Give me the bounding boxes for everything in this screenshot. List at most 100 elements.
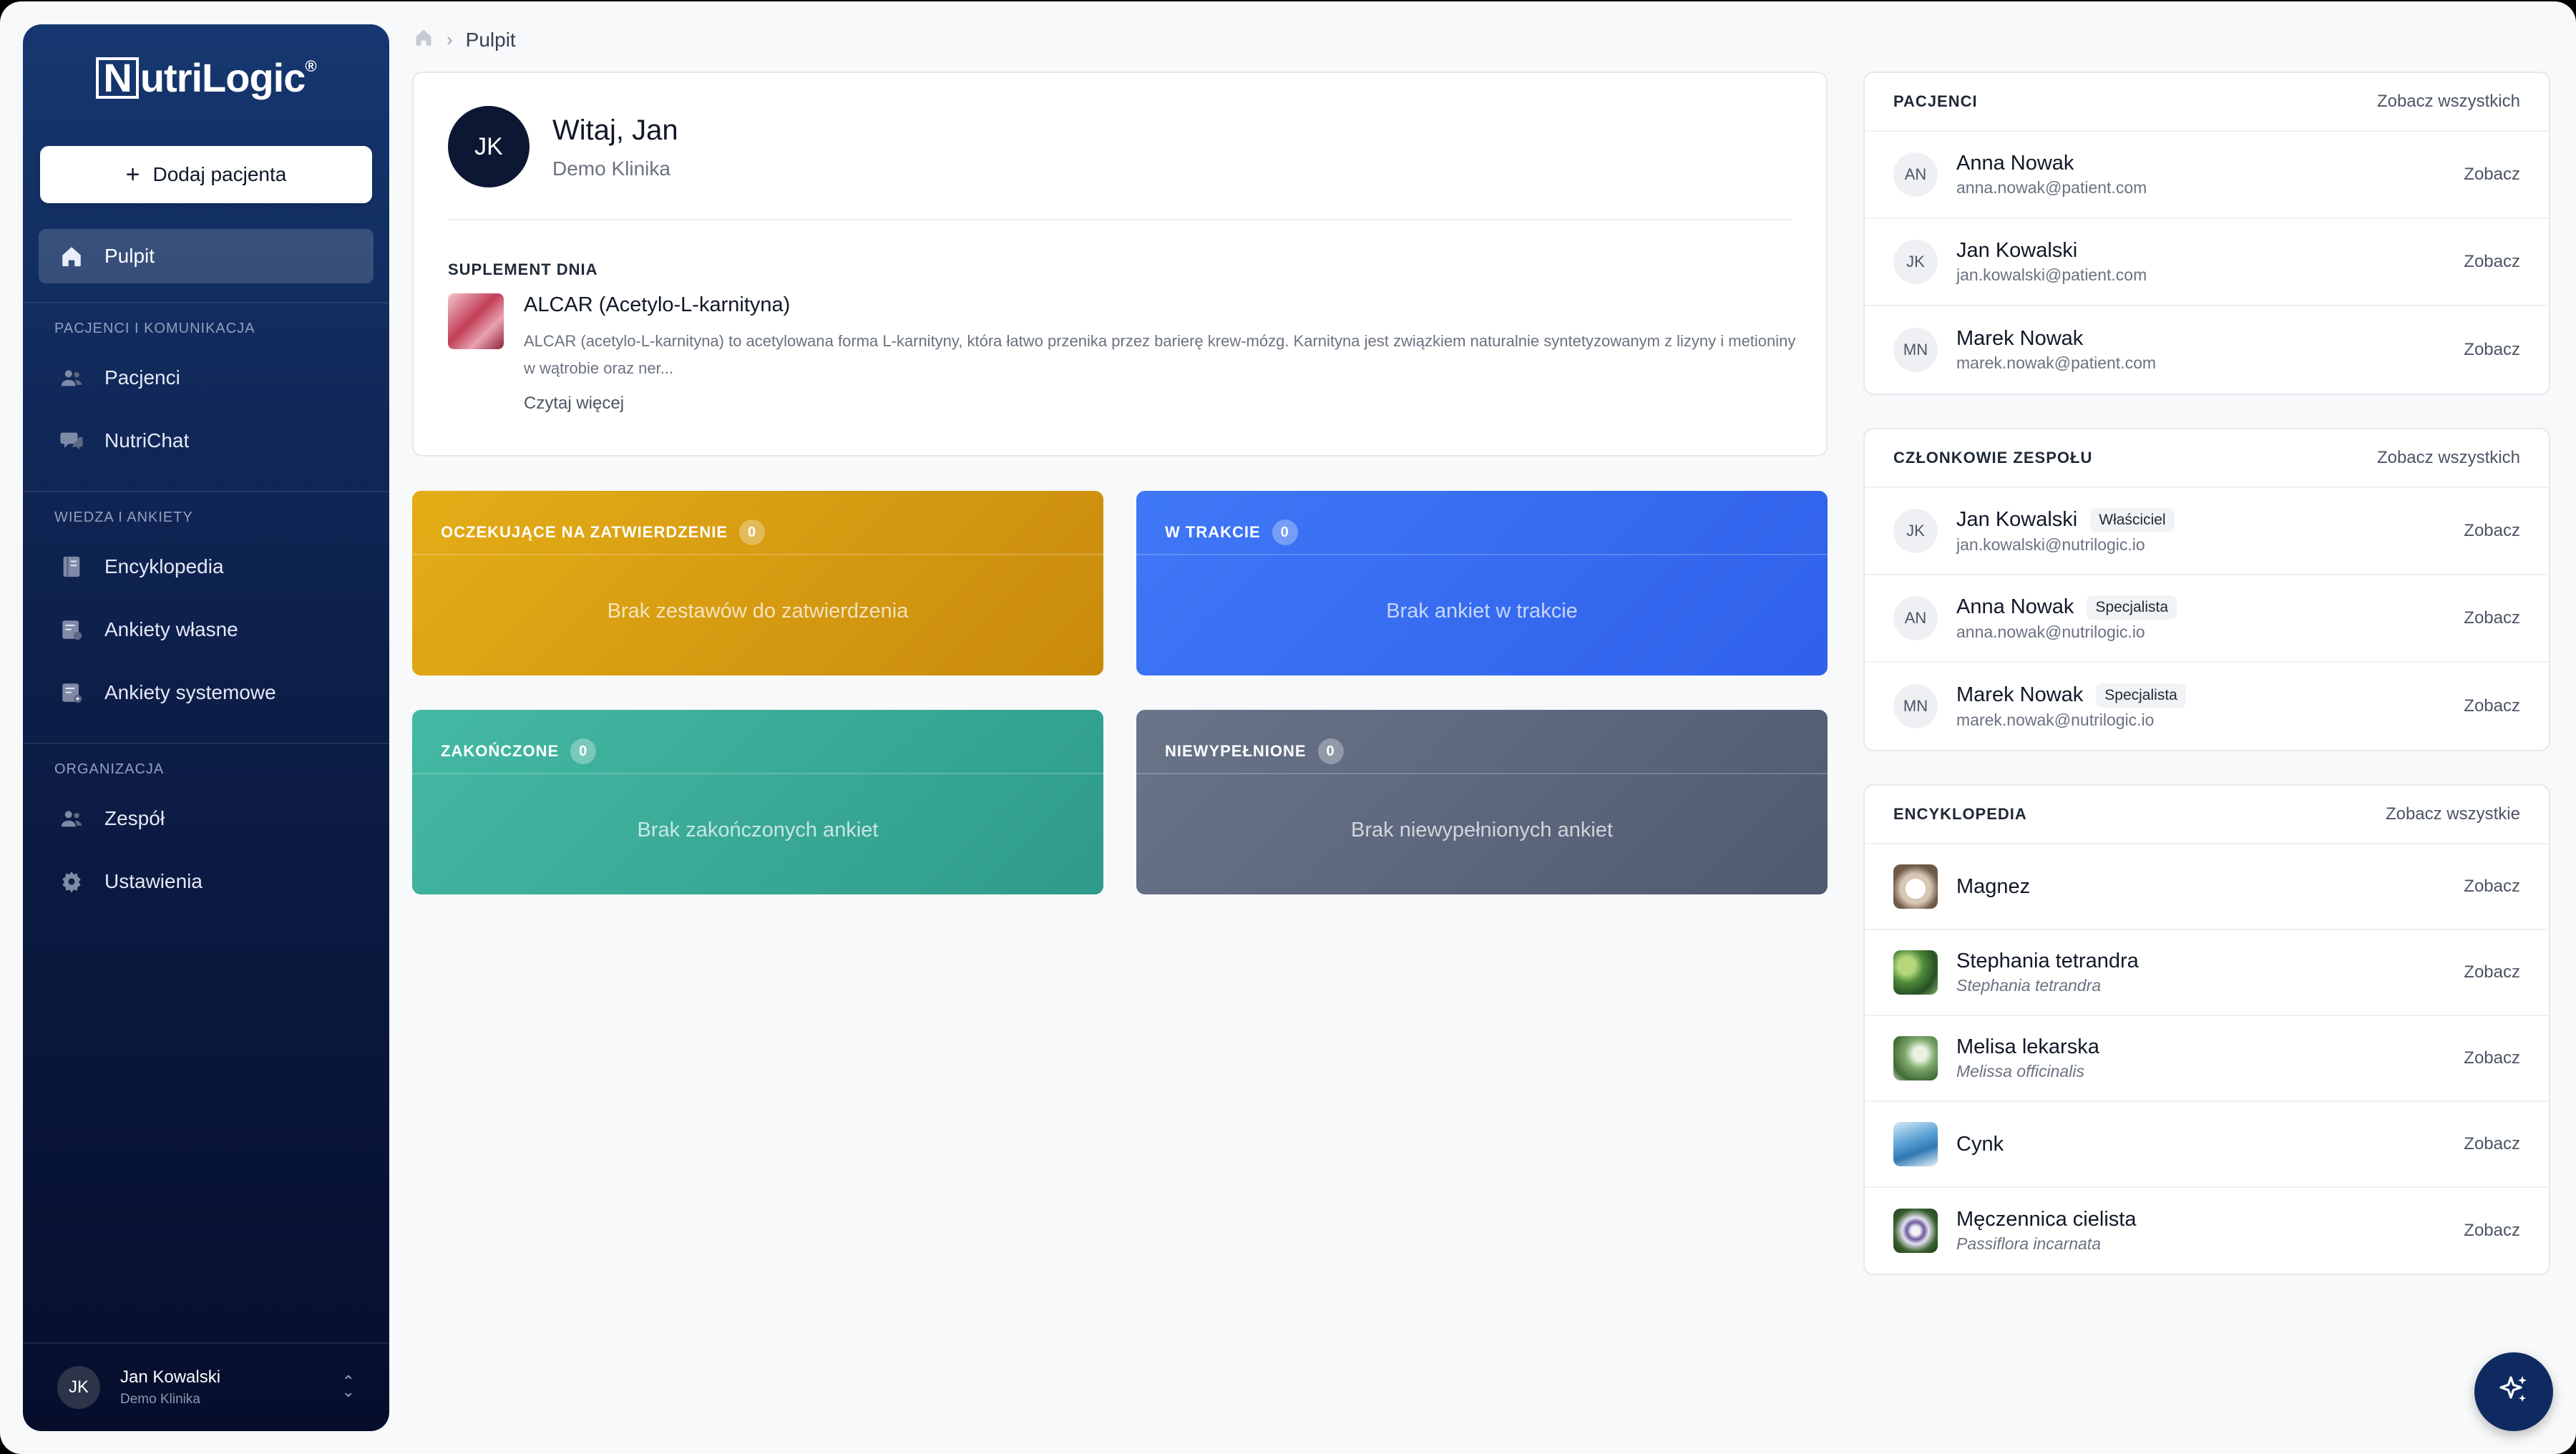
chevron-right-icon: › <box>447 29 453 50</box>
see-all-encyclopedia-link[interactable]: Zobacz wszystkie <box>2386 804 2520 824</box>
sparkles-icon <box>2497 1373 2531 1411</box>
passionflower-thumbnail <box>1893 1209 1938 1253</box>
patient-row[interactable]: AN Anna Nowak anna.nowak@patient.com Zobacz <box>1865 132 2549 219</box>
avatar: JK <box>1893 240 1938 284</box>
team-member-row[interactable]: MN Marek Nowak Specjalista marek.nowak@nutr… <box>1865 663 2549 750</box>
member-name: Marek Nowak <box>1956 683 2084 706</box>
entry-latin-name: Passiflora incarnata <box>1956 1234 2101 1253</box>
view-button[interactable]: Zobacz <box>2464 877 2520 897</box>
view-button[interactable]: Zobacz <box>2464 340 2520 360</box>
patient-row[interactable]: MN Marek Nowak marek.nowak@patient.com Zoba… <box>1865 306 2549 394</box>
zinc-thumbnail <box>1893 1122 1938 1166</box>
user-menu[interactable]: JK Jan Kowalski Demo Klinika ⌃ ⌄ <box>23 1342 389 1431</box>
greeting: Witaj, Jan <box>552 114 678 146</box>
chevron-up-down-icon: ⌃ ⌄ <box>341 1372 355 1400</box>
count-badge: 0 <box>570 738 597 764</box>
panel-title: CZŁONKOWIE ZESPOŁU <box>1893 449 2093 467</box>
divider <box>1136 773 1828 774</box>
sidebar-item-label: Pacjenci <box>104 366 180 389</box>
stat-card-unfilled[interactable]: NIEWYPEŁNIONE 0 Brak niewypełnionych anki… <box>1136 710 1828 894</box>
stat-card-completed[interactable]: ZAKOŃCZONE 0 Brak zakończonych ankiet <box>412 710 1103 894</box>
sidebar-item-label: Ustawienia <box>104 870 203 892</box>
view-button[interactable]: Zobacz <box>2464 1048 2520 1068</box>
view-button[interactable]: Zobacz <box>2464 521 2520 541</box>
sidebar-item-ankiety-wlasne[interactable]: Ankiety własne <box>39 602 374 657</box>
entry-latin-name: Melissa officinalis <box>1956 1062 2084 1080</box>
breadcrumb-current: Pulpit <box>465 28 516 51</box>
team-member-row[interactable]: AN Anna Nowak Specjalista anna.nowak@nutril… <box>1865 575 2549 663</box>
see-all-patients-link[interactable]: Zobacz wszystkich <box>2377 92 2520 112</box>
user-clinic: Demo Klinika <box>120 1392 200 1407</box>
encyclopedia-row[interactable]: Magnez Zobacz <box>1865 844 2549 930</box>
empty-state-text: Brak zestawów do zatwierdzenia <box>607 600 909 623</box>
supplement-title[interactable]: ALCAR (Acetylo-L-karnityna) <box>524 293 790 317</box>
view-button[interactable]: Zobacz <box>2464 252 2520 272</box>
users-icon <box>59 365 84 391</box>
team-member-row[interactable]: JK Jan Kowalski Właściciel jan.kowalski@nut… <box>1865 488 2549 575</box>
entry-name: Męczennica cielista <box>1956 1208 2137 1231</box>
count-badge: 0 <box>739 519 765 545</box>
stat-title: OCZEKUJĄCE NA ZATWIERDZENIE <box>441 523 728 541</box>
sidebar-item-label: Pulpit <box>104 245 155 267</box>
empty-state-text: Brak niewypełnionych ankiet <box>1351 819 1613 841</box>
role-badge: Właściciel <box>2090 507 2175 532</box>
sidebar-item-label: Ankiety własne <box>104 618 238 640</box>
panel-title: PACJENCI <box>1893 92 1978 110</box>
divider <box>412 773 1103 774</box>
view-button[interactable]: Zobacz <box>2464 1134 2520 1154</box>
avatar: MN <box>1893 328 1938 372</box>
plus-icon: + <box>125 161 140 188</box>
patient-email: anna.nowak@patient.com <box>1956 178 2147 197</box>
sidebar-divider <box>23 743 389 744</box>
view-button[interactable]: Zobacz <box>2464 962 2520 982</box>
team-icon <box>59 806 84 831</box>
patient-name: Anna Nowak <box>1956 152 2074 175</box>
role-badge: Specjalista <box>2096 683 2186 708</box>
clinic-name: Demo Klinika <box>552 157 670 180</box>
view-button[interactable]: Zobacz <box>2464 608 2520 628</box>
ai-assistant-button[interactable] <box>2474 1352 2553 1431</box>
sidebar-item-label: Ankiety systemowe <box>104 681 276 703</box>
view-button[interactable]: Zobacz <box>2464 1221 2520 1241</box>
patient-email: jan.kowalski@patient.com <box>1956 265 2147 284</box>
brand-logo[interactable]: NutriLogic® <box>23 54 389 101</box>
encyclopedia-row[interactable]: Cynk Zobacz <box>1865 1102 2549 1188</box>
count-badge: 0 <box>1317 738 1344 764</box>
divider <box>412 554 1103 555</box>
magnesium-thumbnail <box>1893 864 1938 909</box>
read-more-link[interactable]: Czytaj więcej <box>524 394 624 414</box>
home-icon[interactable] <box>414 27 434 52</box>
sidebar-item-ustawienia[interactable]: Ustawienia <box>39 854 374 909</box>
stat-card-in-progress[interactable]: W TRAKCIE 0 Brak ankiet w trakcie <box>1136 491 1828 675</box>
avatar: AN <box>1893 152 1938 197</box>
encyclopedia-row[interactable]: Melisa lekarska Melissa officinalis Zobacz <box>1865 1016 2549 1102</box>
see-all-team-link[interactable]: Zobacz wszystkich <box>2377 448 2520 468</box>
member-name: Anna Nowak <box>1956 595 2074 618</box>
sidebar-item-label: Encyklopedia <box>104 555 224 577</box>
sidebar-item-zespol[interactable]: Zespół <box>39 791 374 846</box>
view-button[interactable]: Zobacz <box>2464 165 2520 185</box>
sidebar-item-pulpit[interactable]: Pulpit <box>39 229 374 283</box>
patient-name: Marek Nowak <box>1956 327 2084 350</box>
add-patient-button[interactable]: + Dodaj pacjenta <box>40 146 372 203</box>
stat-card-pending[interactable]: OCZEKUJĄCE NA ZATWIERDZENIE 0 Brak zestaw… <box>412 491 1103 675</box>
avatar: JK <box>448 106 530 187</box>
encyclopedia-row[interactable]: Męczennica cielista Passiflora incarnata Z… <box>1865 1188 2549 1274</box>
encyclopedia-row[interactable]: Stephania tetrandra Stephania tetrandra Zo… <box>1865 930 2549 1016</box>
team-panel: CZŁONKOWIE ZESPOŁU Zobacz wszystkich JK Ja… <box>1863 428 2550 751</box>
stat-title: NIEWYPEŁNIONE <box>1165 742 1307 760</box>
count-badge: 0 <box>1272 519 1298 545</box>
sidebar-item-ankiety-systemowe[interactable]: Ankiety systemowe <box>39 665 374 720</box>
view-button[interactable]: Zobacz <box>2464 696 2520 716</box>
app-window: NutriLogic® + Dodaj pacjenta Pulpit PACJ… <box>0 1 2576 1454</box>
sidebar-item-encyklopedia[interactable]: Encyklopedia <box>39 540 374 594</box>
entry-name: Melisa lekarska <box>1956 1035 2099 1058</box>
member-name: Jan Kowalski <box>1956 508 2078 531</box>
survey-icon <box>59 617 84 643</box>
sidebar-item-pacjenci[interactable]: Pacjenci <box>39 351 374 405</box>
patient-row[interactable]: JK Jan Kowalski jan.kowalski@patient.com Zo… <box>1865 219 2549 306</box>
home-icon <box>59 243 84 269</box>
supplement-description: ALCAR (acetylo-L-karnityna) to acetylowa… <box>524 332 1796 377</box>
sidebar-item-nutrichat[interactable]: NutriChat <box>39 414 374 468</box>
section-title-org: ORGANIZACJA <box>54 761 165 777</box>
